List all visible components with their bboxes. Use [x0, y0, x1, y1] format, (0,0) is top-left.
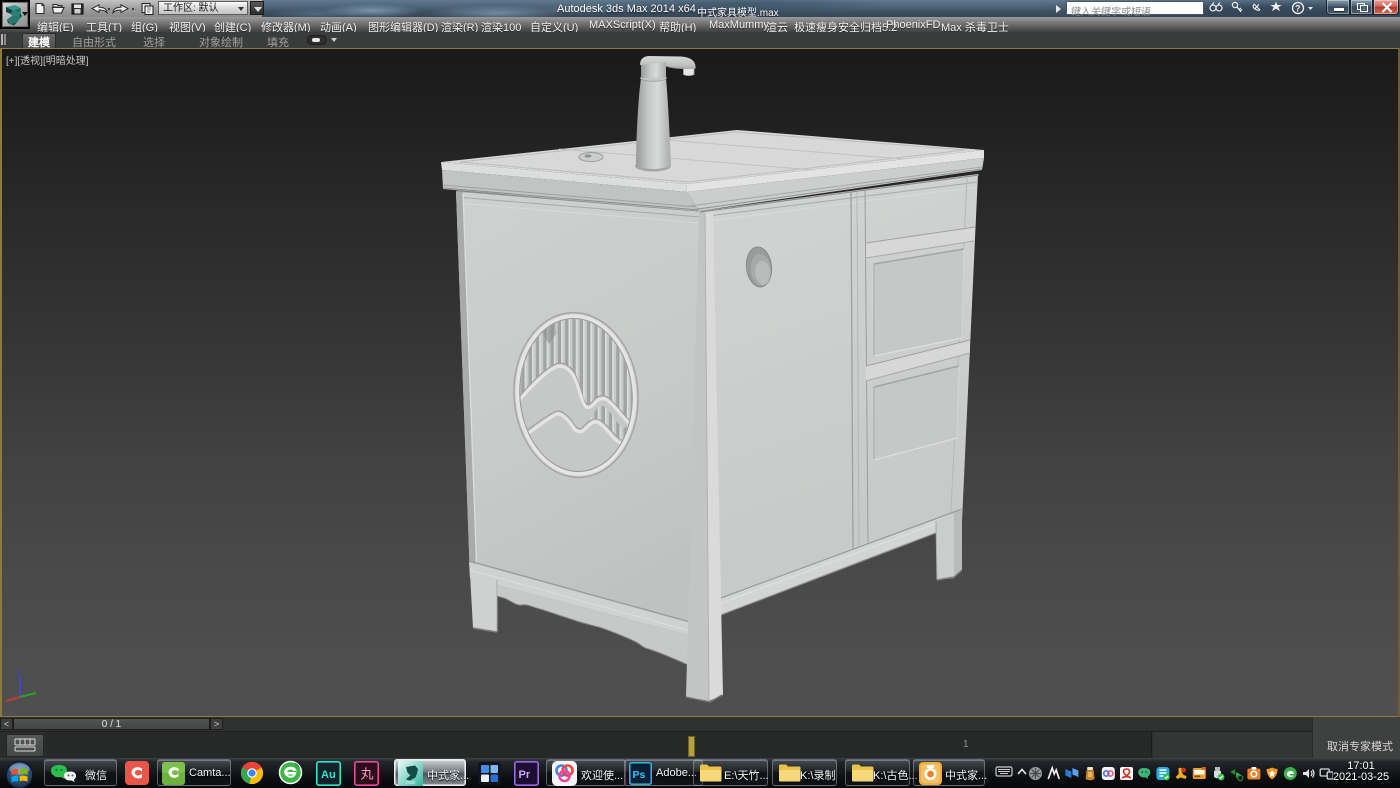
svg-text:max: max: [406, 780, 416, 786]
svg-text:Au: Au: [321, 769, 336, 781]
svg-text:Pr: Pr: [519, 769, 531, 781]
svg-text:Ps: Ps: [633, 769, 646, 781]
svg-text:?: ?: [1295, 4, 1301, 14]
svg-text:z: z: [16, 668, 21, 678]
svg-text:丸: 丸: [361, 767, 374, 782]
